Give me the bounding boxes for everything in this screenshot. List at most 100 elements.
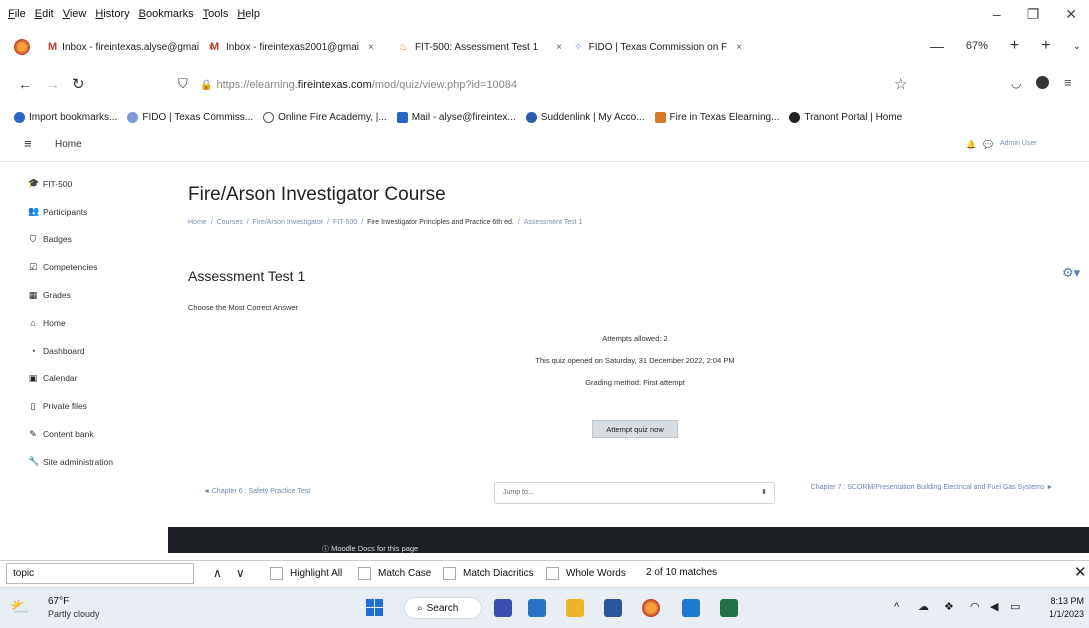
url-bar[interactable]: 🔒 https://elearning.fireintexas.com/mod/q… [200,79,517,91]
sidebar-item-fit-500[interactable]: 🎓 FIT-500 [28,170,163,198]
sidebar-item-badges[interactable]: ⛉ Badges [28,226,163,254]
jump-to-select[interactable]: Jump to... ⬍ [494,482,775,504]
restore-icon[interactable]: ❐ [1027,6,1040,23]
bookmark-fido[interactable]: FIDO | Texas Commiss... [127,112,253,123]
breadcrumb-link[interactable]: FIT-500 [333,219,357,226]
weather-temp[interactable]: 67°F [48,596,69,607]
sidebar-item-dashboard[interactable]: ◔ Dashboard [28,337,163,365]
breadcrumb-separator: / [210,219,213,226]
outlook-icon[interactable] [682,599,700,617]
pocket-icon[interactable]: ◡ [1011,76,1021,90]
new-tab-icon[interactable]: + [1041,37,1050,55]
info-icon: ⓘ [322,546,329,553]
match-diacritics-checkbox[interactable]: Match Diacritics [443,567,534,580]
bookmark-tranont[interactable]: Tranont Portal | Home [789,112,902,123]
close-window-icon[interactable]: ✕ [1065,6,1077,23]
sidebar-item-private-files[interactable]: ▯ Private files [28,392,163,420]
shield-tracking-icon[interactable]: ⛉ [178,76,188,92]
breadcrumb-link[interactable]: Home [188,219,207,226]
sidebar-item-home[interactable]: ⌂ Home [28,309,163,337]
bookmark-star-icon[interactable]: ☆ [894,75,907,93]
breadcrumb-separator: / [246,219,249,226]
app-menu-icon[interactable]: ≡ [1064,75,1072,90]
bookmark-fire-in-texas[interactable]: Fire in Texas Elearning... [654,112,779,123]
match-case-checkbox[interactable]: Match Case [358,567,431,580]
excel-icon[interactable] [720,599,738,617]
breadcrumb-link[interactable]: Fire Investigator Principles and Practic… [367,219,514,226]
highlight-all-checkbox[interactable]: Highlight All [270,567,342,580]
menu-history[interactable]: History [95,8,129,20]
tab-fido[interactable]: ✧ FIDO | Texas Commission on F × [568,33,748,61]
menu-edit[interactable]: Edit [35,8,54,20]
find-previous-icon[interactable]: ∧ [213,566,222,580]
list-tabs-icon[interactable]: ⌄ [1073,41,1081,52]
attempt-quiz-button[interactable]: Attempt quiz now [592,420,678,438]
moodle-home-link[interactable]: Home [55,139,82,150]
speaker-icon[interactable]: ◀ [990,600,998,613]
menu-bookmarks[interactable]: Bookmarks [139,8,194,20]
back-arrow-icon[interactable]: ← [18,76,32,92]
hamburger-menu-icon[interactable]: ≡ [24,136,32,151]
zoom-controls: — 67% + + ⌄ [930,37,1081,55]
widgets-icon[interactable] [528,599,546,617]
breadcrumb-current: Assessment Test 1 [523,219,583,226]
breadcrumb-link[interactable]: Fire/Arson Investigator [253,219,323,226]
file-explorer-icon[interactable] [566,599,584,617]
user-menu[interactable]: Admin User [1000,140,1037,147]
firefox-icon[interactable] [642,599,660,617]
bookmark-suddenlink[interactable]: Suddenlink | My Acco... [525,112,645,123]
tab-close-icon[interactable]: × [736,42,742,53]
bookmark-mail[interactable]: Mail - alyse@fireintex... [396,112,516,123]
breadcrumb-link[interactable]: Courses [217,219,243,226]
whole-words-checkbox[interactable]: Whole Words [546,567,626,580]
windows-start-icon[interactable] [366,599,383,616]
cloud-icon[interactable]: ☁ [918,600,929,613]
taskbar-search[interactable]: ⌕ Search [404,597,482,619]
firefox-view-icon[interactable] [14,39,30,55]
prev-activity-link[interactable]: ◄ Chapter 6 : Safety Practice Test [203,488,310,495]
word-icon[interactable] [604,599,622,617]
close-find-bar-icon[interactable]: ✕ [1074,563,1087,581]
zoom-in-button[interactable]: + [1010,37,1019,55]
gear-icon[interactable]: ⚙▾ [1062,265,1080,281]
sidebar-item-calendar[interactable]: ▣ Calendar [28,365,163,393]
tab-close-icon[interactable]: × [556,42,562,53]
minimize-icon[interactable]: – [993,6,1001,23]
weather-icon[interactable]: ⛅ [10,597,30,617]
notification-bell-icon[interactable]: 🔔 [966,140,976,149]
moodle-docs-link[interactable]: ⓘ Moodle Docs for this page [322,544,418,554]
menu-view[interactable]: View [63,8,87,20]
sidebar-item-content-bank[interactable]: ✎ Content bank [28,420,163,448]
clock-time[interactable]: 8:13 PM [1044,596,1084,606]
forward-arrow-icon[interactable]: → [46,76,60,92]
tab-inbox-1[interactable]: M Inbox - fireintexas.alyse@gmai × [42,33,214,61]
teams-icon[interactable] [494,599,512,617]
menu-file[interactable]: File [8,8,26,20]
clock-date[interactable]: 1/1/2023 [1044,609,1084,619]
tab-inbox-2[interactable]: M Inbox - fireintexas2001@gmai × [204,33,393,61]
tab-assessment-test[interactable]: ♨ FIT-500: Assessment Test 1 × [393,33,568,61]
reload-icon[interactable]: ↻ [72,75,85,93]
menu-tools[interactable]: Tools [203,8,229,20]
zoom-out-button[interactable]: — [930,38,944,54]
messages-icon[interactable]: 💬 [983,140,993,149]
tab-close-icon[interactable]: × [368,42,374,53]
sidebar-item-participants[interactable]: 👥 Participants [28,198,163,226]
sidebar-item-grades[interactable]: ▦ Grades [28,281,163,309]
sidebar-item-label: Site administration [43,456,113,467]
weather-condition: Partly cloudy [48,609,100,619]
find-next-icon[interactable]: ∨ [236,566,245,580]
bookmark-import[interactable]: Import bookmarks... [14,112,117,123]
dropbox-icon[interactable]: ❖ [944,600,954,613]
sidebar-item-site-administration[interactable]: 🔧 Site administration [28,448,163,476]
bookmark-online-fire-academy[interactable]: Online Fire Academy, |... [263,112,387,123]
sidebar-item-competencies[interactable]: ☑ Competencies [28,253,163,281]
wifi-icon[interactable]: ◠ [970,600,980,613]
find-input[interactable]: topic [6,563,194,584]
menu-help[interactable]: Help [237,8,260,20]
chevron-up-icon[interactable]: ^ [894,601,899,613]
zoom-level[interactable]: 67% [966,40,988,52]
account-icon[interactable] [1036,76,1049,89]
next-activity-link[interactable]: Chapter 7 : SCORM/Presentation Building … [802,482,1062,493]
battery-icon[interactable]: ▭ [1010,600,1020,613]
